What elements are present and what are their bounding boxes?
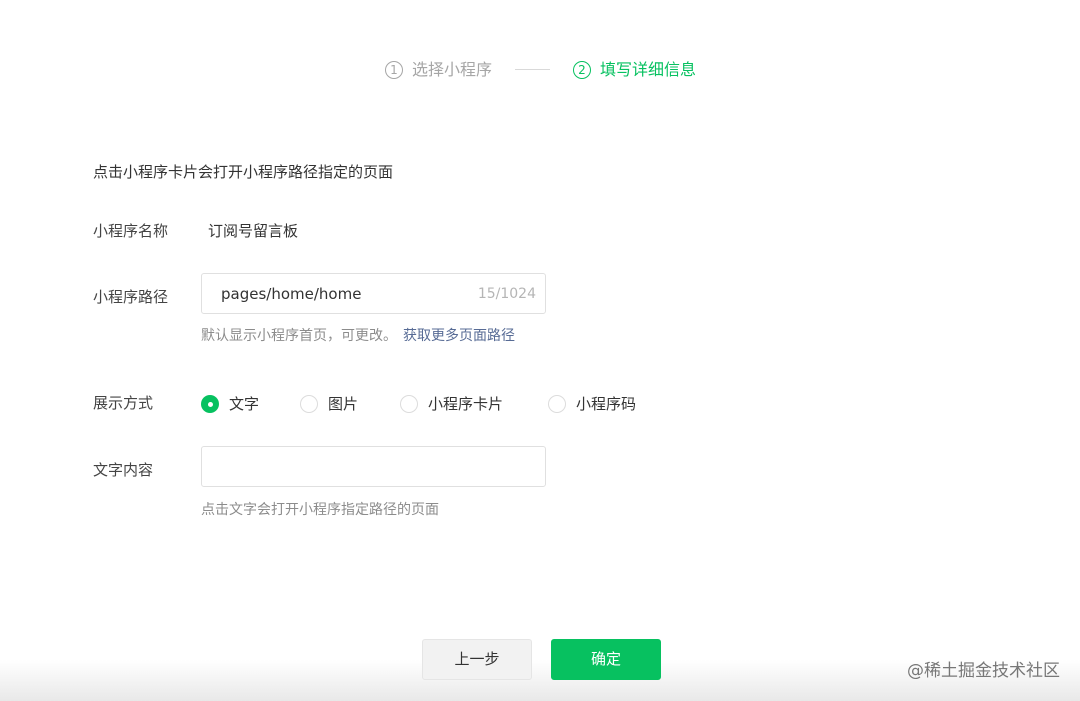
path-help-text: 默认显示小程序首页，可更改。: [201, 328, 397, 344]
name-label: 小程序名称: [93, 222, 169, 240]
path-char-counter: 15/1024: [477, 286, 536, 302]
radio-button[interactable]: [548, 395, 566, 413]
radio-miniprogram-card[interactable]: 小程序卡片: [400, 394, 503, 414]
path-input[interactable]: pages/home/home 15/1024: [201, 273, 546, 314]
display-mode-label: 展示方式: [93, 394, 154, 412]
path-input-value: pages/home/home: [221, 285, 362, 303]
step-label: 填写详细信息: [600, 60, 697, 79]
watermark: @稀土掘金技术社区: [907, 661, 1060, 681]
radio-button[interactable]: [300, 395, 318, 413]
radio-image[interactable]: 图片: [300, 394, 358, 414]
confirm-button[interactable]: 确定: [551, 639, 661, 680]
step-select-miniprogram: 1 选择小程序: [385, 58, 492, 82]
previous-step-button[interactable]: 上一步: [422, 639, 532, 680]
radio-label: 小程序码: [576, 395, 637, 413]
radio-text[interactable]: 文字: [201, 394, 259, 414]
name-value: 订阅号留言板: [208, 222, 299, 240]
path-label: 小程序路径: [93, 288, 169, 306]
step-divider: [515, 69, 550, 70]
radio-button[interactable]: [400, 395, 418, 413]
step-number-circle: 1: [385, 61, 403, 79]
radio-miniprogram-code[interactable]: 小程序码: [548, 394, 636, 414]
radio-button[interactable]: [201, 395, 219, 413]
text-content-label: 文字内容: [93, 461, 154, 479]
radio-label: 小程序卡片: [428, 395, 504, 413]
text-content-help: 点击文字会打开小程序指定路径的页面: [201, 502, 439, 518]
path-help: 默认显示小程序首页，可更改。 获取更多页面路径: [201, 326, 515, 346]
text-content-input[interactable]: [201, 446, 546, 487]
step-fill-details: 2 填写详细信息: [573, 58, 696, 82]
more-paths-link[interactable]: 获取更多页面路径: [403, 328, 515, 344]
radio-label: 图片: [328, 395, 359, 413]
radio-label: 文字: [229, 395, 260, 413]
step-label: 选择小程序: [412, 60, 493, 79]
form-intro-text: 点击小程序卡片会打开小程序路径指定的页面: [93, 163, 394, 181]
steps-indicator: 1 选择小程序 2 填写详细信息: [0, 58, 1080, 82]
step-number-circle: 2: [573, 61, 591, 79]
